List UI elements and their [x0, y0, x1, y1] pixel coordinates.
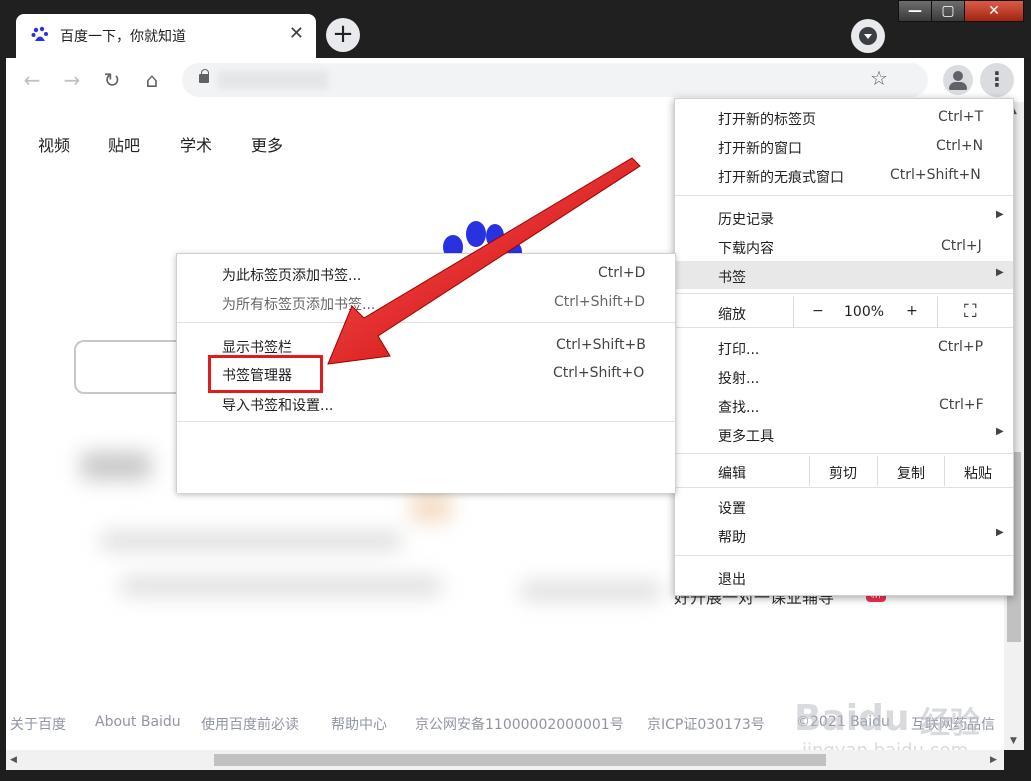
address-bar[interactable]: ☆: [182, 63, 928, 97]
profile-avatar-icon[interactable]: [943, 65, 973, 95]
reload-icon[interactable]: ↻: [98, 66, 126, 94]
menu-item-incognito[interactable]: 打开新的无痕式窗口 Ctrl+Shift+N: [675, 161, 1013, 189]
nav-xueshu[interactable]: 学术: [180, 132, 212, 156]
footer-link[interactable]: 京ICP证030173号: [647, 714, 765, 734]
nav-more[interactable]: 更多: [251, 132, 283, 156]
horizontal-scrollbar[interactable]: ◀ ▶: [6, 750, 1004, 770]
footer-link[interactable]: 帮助中心: [331, 714, 387, 734]
copy-button[interactable]: 复制: [897, 463, 925, 483]
menu-item-settings[interactable]: 设置: [675, 492, 1013, 520]
menu-item-find[interactable]: 查找... Ctrl+F: [675, 391, 1013, 419]
menu-zoom-row: 缩放 − 100% + ⛶: [675, 297, 1013, 327]
menu-item-bookmark-tab[interactable]: 为此标签页添加书签... Ctrl+D: [177, 259, 675, 287]
forward-icon[interactable]: →: [58, 66, 86, 94]
url-text: [218, 71, 328, 89]
paste-button[interactable]: 粘贴: [964, 463, 992, 483]
menu-item-more-tools[interactable]: 更多工具 ▶: [675, 420, 1013, 448]
zoom-in-button[interactable]: +: [906, 303, 918, 319]
baidu-jingyan-watermark: Baidu 经验 jingyan.baidu.com: [794, 698, 980, 761]
scroll-thumb[interactable]: [214, 754, 826, 766]
menu-item-import-bookmarks[interactable]: 导入书签和设置...: [177, 389, 675, 417]
tab-baidu[interactable]: 百度一下，你就知道 ✕: [16, 14, 316, 58]
menu-item-cast[interactable]: 投射...: [675, 362, 1013, 390]
chrome-menu-icon[interactable]: ⋮: [980, 63, 1014, 97]
cut-button[interactable]: 剪切: [829, 463, 857, 483]
nav-video[interactable]: 视频: [38, 132, 70, 156]
footer-link[interactable]: 关于百度: [10, 714, 66, 734]
home-icon[interactable]: ⌂: [138, 66, 166, 94]
menu-item-bookmark-all-tabs[interactable]: 为所有标签页添加书签... Ctrl+Shift+D: [177, 288, 675, 316]
annotation-highlight-box: [208, 355, 323, 393]
chevron-right-icon: ▶: [996, 209, 1004, 220]
minimize-button[interactable]: —: [898, 0, 932, 22]
back-icon[interactable]: ←: [18, 66, 46, 94]
lock-icon: [199, 69, 209, 83]
tab-title: 百度一下，你就知道: [60, 29, 186, 45]
menu-item-downloads[interactable]: 下载内容 Ctrl+J: [675, 232, 1013, 260]
menu-item-bookmarks[interactable]: 书签 ▶: [675, 261, 1013, 289]
zoom-level: 100%: [844, 304, 885, 320]
chevron-down-icon: [859, 27, 877, 45]
tab-close-icon[interactable]: ✕: [289, 24, 304, 44]
browser-toolbar: ← → ↻ ⌂ ☆ ⋮: [6, 58, 1024, 102]
footer-link[interactable]: 使用百度前必读: [201, 714, 299, 734]
fullscreen-icon[interactable]: ⛶: [964, 301, 977, 322]
menu-item-new-tab[interactable]: 打开新的标签页 Ctrl+T: [675, 103, 1013, 131]
bookmark-star-icon[interactable]: ☆: [870, 66, 888, 90]
title-bar: 百度一下，你就知道 ✕ + — ▢ ✕: [0, 0, 1031, 58]
menu-item-print[interactable]: 打印... Ctrl+P: [675, 333, 1013, 361]
menu-item-exit[interactable]: 退出: [675, 563, 1013, 591]
close-window-button[interactable]: ✕: [964, 0, 1024, 22]
chevron-right-icon: ▶: [996, 426, 1004, 437]
new-tab-button[interactable]: +: [326, 18, 360, 52]
tab-search-button[interactable]: [851, 19, 885, 53]
menu-edit-row: 编辑 剪切 复制 粘贴: [675, 456, 1013, 486]
browser-window: 百度一下，你就知道 ✕ + — ▢ ✕ ← → ↻ ⌂ ☆ ⋮ 视频 贴吧 学术…: [0, 0, 1031, 781]
chevron-right-icon: ▶: [996, 527, 1004, 538]
chevron-right-icon: ▶: [996, 267, 1004, 278]
nav-tieba[interactable]: 贴吧: [108, 132, 140, 156]
menu-item-new-window[interactable]: 打开新的窗口 Ctrl+N: [675, 132, 1013, 160]
chrome-main-menu: 打开新的标签页 Ctrl+T 打开新的窗口 Ctrl+N 打开新的无痕式窗口 Ctrl…: [674, 98, 1014, 596]
footer-link[interactable]: About Baidu: [95, 714, 181, 730]
footer-link[interactable]: 京公网安备11000002000001号: [415, 714, 624, 734]
menu-item-help[interactable]: 帮助 ▶: [675, 521, 1013, 549]
menu-item-history[interactable]: 历史记录 ▶: [675, 203, 1013, 231]
zoom-out-button[interactable]: −: [812, 303, 824, 319]
baidu-paw-icon: [31, 26, 48, 41]
maximize-button[interactable]: ▢: [931, 0, 965, 22]
